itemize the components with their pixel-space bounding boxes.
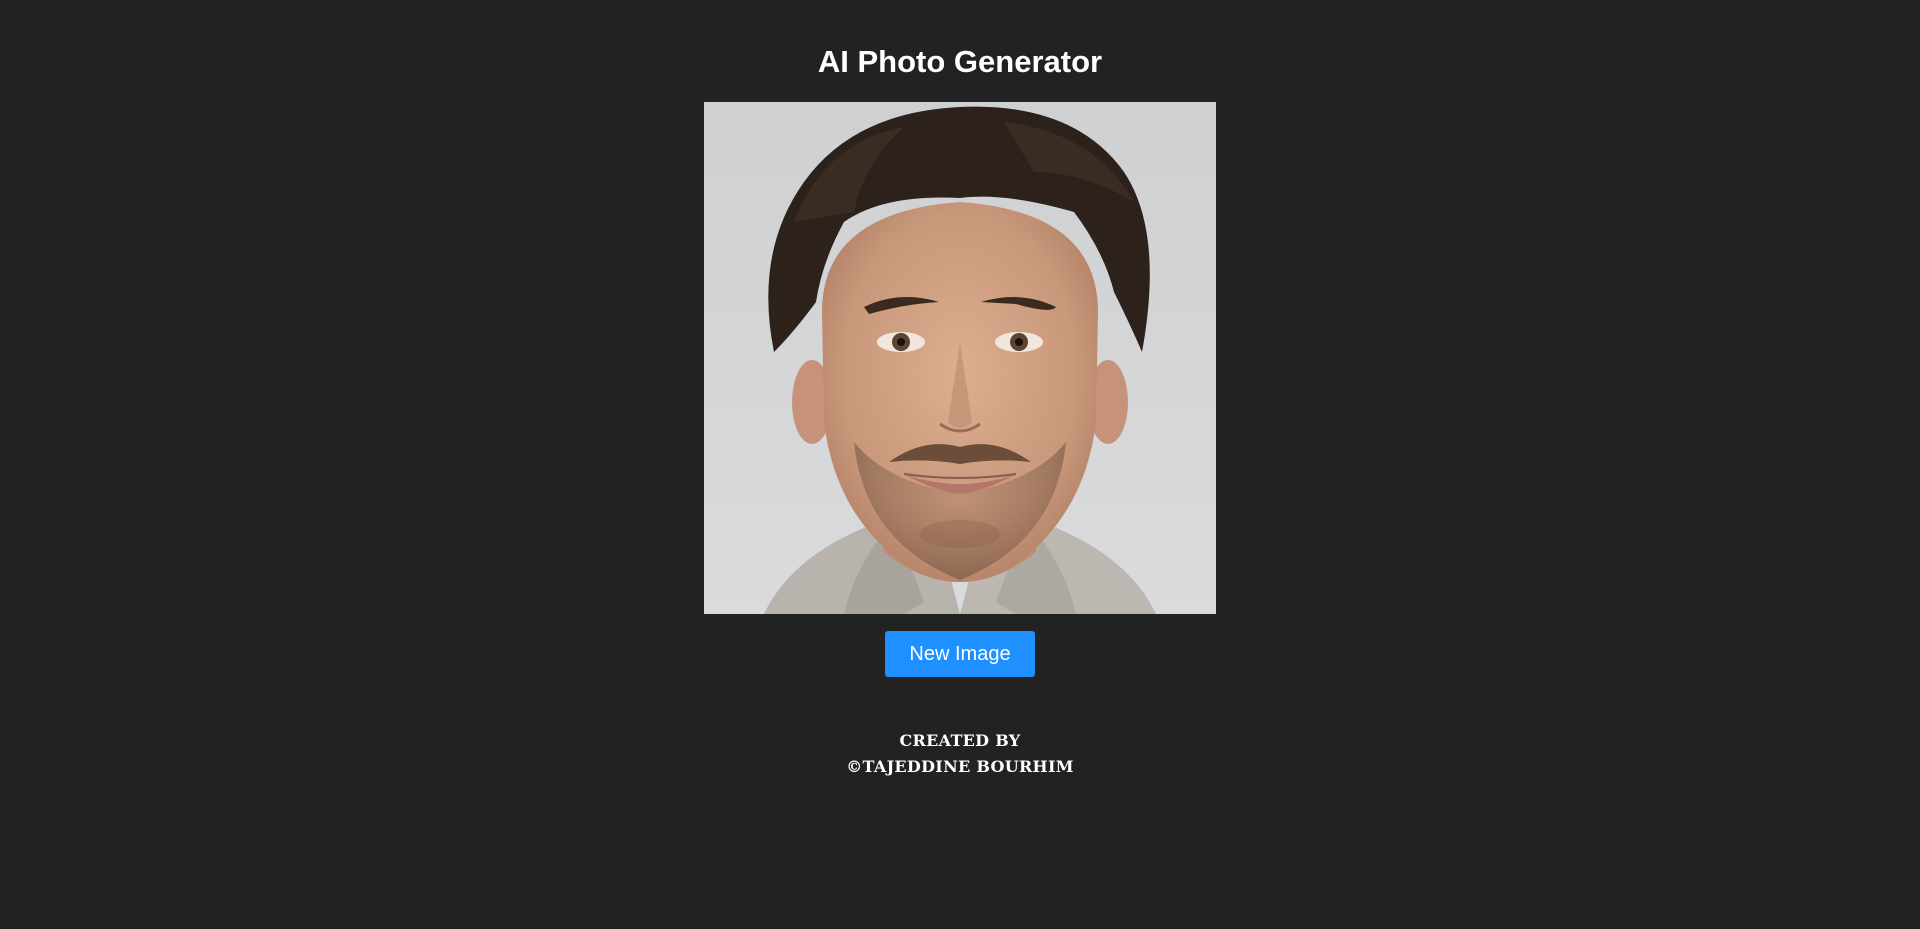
generated-photo — [704, 102, 1216, 614]
footer-author: ©TAJEDDINE BOURHIM — [846, 757, 1074, 776]
footer-created-by: CREATED BY — [899, 731, 1021, 750]
new-image-button[interactable]: New Image — [885, 631, 1035, 677]
page: AI Photo Generator New Image CREATED BY … — [0, 0, 1920, 929]
page-title: AI Photo Generator — [817, 44, 1103, 79]
portrait-image — [704, 102, 1216, 614]
footer-credits: CREATED BY ©TAJEDDINE BOURHIM — [0, 728, 1920, 780]
